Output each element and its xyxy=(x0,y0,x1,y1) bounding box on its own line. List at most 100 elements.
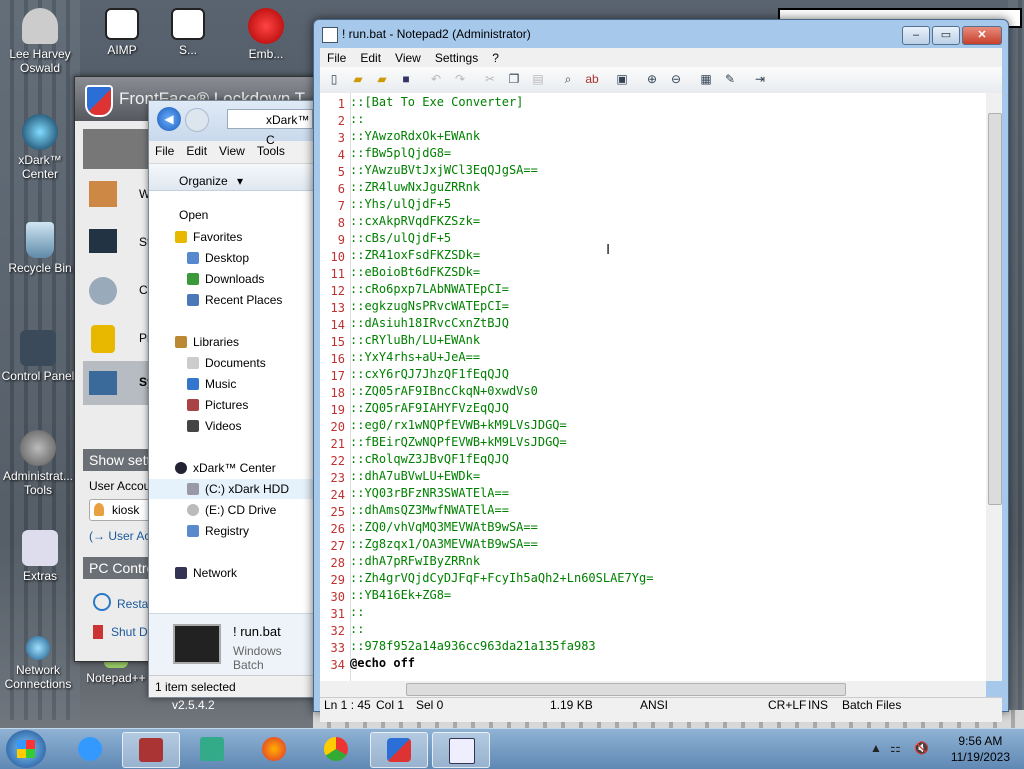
close-button[interactable]: ✕ xyxy=(962,26,1002,45)
vertical-scroll-thumb[interactable] xyxy=(988,113,1002,505)
network-tray-icon[interactable]: ⚏ xyxy=(890,741,901,755)
line-number-gutter: 1 2 3 4 5 6 7 8 9 10 11 12 13 14 15 16 17 18 19 20 21 22 23 24 2… xyxy=(320,93,351,681)
user-account-link[interactable]: (→ User Ac xyxy=(89,529,150,543)
explorer-window[interactable]: ◀ xDark™ C File Edit View Tools Organize ▾ … xyxy=(148,100,353,698)
menu-edit[interactable]: Edit xyxy=(353,48,388,68)
zoom-out-icon[interactable]: ⊖ xyxy=(668,71,684,87)
line-number: 7 xyxy=(337,199,345,213)
browse-icon[interactable]: ▰ xyxy=(374,71,390,87)
code-line: ::egkzugNsPRvcWATEpCI= xyxy=(350,299,509,313)
code-line: ::cxY6rQJ7JhzQF1fEqQJQ xyxy=(350,367,509,381)
start-button[interactable] xyxy=(6,730,46,768)
line-number: 1 xyxy=(337,97,345,111)
explorer-menu-file[interactable]: File xyxy=(149,141,180,161)
status-line: Ln 1 : 45 xyxy=(324,698,371,712)
volume-muted-icon[interactable]: 🔇 xyxy=(914,741,929,755)
frontface-toolbar xyxy=(83,129,151,169)
line-number: 11 xyxy=(330,267,345,281)
frontface-item-protect[interactable]: Pr xyxy=(83,317,153,361)
restart-link[interactable]: Resta xyxy=(93,593,153,611)
desktop-icon-aimp[interactable]: AIMP xyxy=(84,8,160,57)
status-scheme[interactable]: Batch Files xyxy=(842,693,901,717)
address-input[interactable]: xDark™ C xyxy=(227,109,313,147)
exit-icon[interactable]: ⇥ xyxy=(752,71,768,87)
status-encoding[interactable]: ANSI xyxy=(640,693,668,717)
desktop-icon-admin-tools[interactable]: Administrat... Tools xyxy=(0,430,76,497)
status-eol[interactable]: CR+LF xyxy=(768,693,806,717)
taskbar-music[interactable] xyxy=(184,732,240,766)
minimize-button[interactable]: – xyxy=(902,26,930,45)
chrome-icon xyxy=(324,737,348,761)
new-icon[interactable]: ▯ xyxy=(326,71,342,87)
desktop-icon-lee-harvey-oswald[interactable]: Lee Harvey Oswald xyxy=(2,8,78,75)
code-line: ::[Bat To Exe Converter] xyxy=(350,95,524,109)
menu-settings[interactable]: Settings xyxy=(428,48,485,68)
code-line: ::dAsiuh18IRvcCxnZtBJQ xyxy=(350,316,509,330)
shutdown-link[interactable]: Shut D xyxy=(93,625,153,639)
notepad2-toolbar: ▯ ▰ ▰ ■ ↶ ↷ ✂ ❐ ▤ ⌕ ab ▣ ⊕ ⊖ ▦ ✎ ⇥ xyxy=(320,67,1002,94)
frontface-item-config[interactable]: Co xyxy=(83,269,154,313)
explorer-address-bar: ◀ xDark™ C xyxy=(149,101,315,147)
line-number: 25 xyxy=(330,505,345,519)
zoom-in-icon[interactable]: ⊕ xyxy=(644,71,660,87)
desktop-icon-extras[interactable]: Extras xyxy=(2,530,78,583)
customize-scheme-icon[interactable]: ✎ xyxy=(722,71,738,87)
goto-icon[interactable]: ▣ xyxy=(614,71,630,87)
taskbar-frontface[interactable] xyxy=(370,732,428,768)
frontface-item-windows[interactable]: W xyxy=(83,173,153,217)
downloads-icon xyxy=(187,273,199,285)
line-number: 22 xyxy=(330,454,345,468)
text-editor[interactable]: 1 2 3 4 5 6 7 8 9 10 11 12 13 14 15 16 17 18 19 20 21 22 23 24 2… xyxy=(320,93,986,681)
line-number: 9 xyxy=(337,233,345,247)
system-clock[interactable]: 9:56 AM 11/19/2023 xyxy=(951,733,1010,765)
line-number: 5 xyxy=(337,165,345,179)
line-number: 17 xyxy=(330,369,345,383)
replace-icon[interactable]: ab xyxy=(584,71,600,87)
user-select[interactable]: kiosk xyxy=(89,499,151,521)
line-number: 20 xyxy=(330,420,345,434)
organize-button[interactable]: Organize ▾ xyxy=(167,164,249,198)
desktop-icon-control-panel[interactable]: Control Panel xyxy=(0,330,76,383)
tray-expand-icon[interactable]: ▲ xyxy=(870,741,882,755)
taskbar-chrome[interactable] xyxy=(308,732,364,766)
find-icon[interactable]: ⌕ xyxy=(560,71,576,87)
paste-icon[interactable]: ▤ xyxy=(530,71,546,87)
scheme-icon[interactable]: ▦ xyxy=(698,71,714,87)
back-button[interactable]: ◀ xyxy=(157,107,181,131)
frontface-item-start[interactable]: St xyxy=(83,221,153,265)
menu-file[interactable]: File xyxy=(320,48,353,68)
maximize-button[interactable]: ▭ xyxy=(932,26,960,45)
desktop-icon-network-connections[interactable]: Network Connections xyxy=(0,636,76,691)
taskbar-archive[interactable] xyxy=(122,732,180,768)
xdark-orb-icon xyxy=(22,114,58,150)
menu-view[interactable]: View xyxy=(388,48,428,68)
preview-file-name: ! run.bat xyxy=(233,624,281,639)
desktop-icon-shortcut[interactable]: S... xyxy=(150,8,226,57)
redo-icon[interactable]: ↷ xyxy=(452,71,468,87)
open-folder-icon[interactable]: ▰ xyxy=(350,71,366,87)
code-line: ::dhA7pRFwIByZRRnk xyxy=(350,554,481,568)
user-icon xyxy=(94,503,104,516)
undo-icon[interactable]: ↶ xyxy=(428,71,444,87)
taskbar-ie[interactable] xyxy=(62,732,118,766)
desktop-icon xyxy=(187,252,199,264)
explorer-menu-edit[interactable]: Edit xyxy=(180,141,213,161)
code-line: ::Yhs/ulQjdF+5 xyxy=(350,197,452,211)
save-icon[interactable]: ■ xyxy=(398,71,414,87)
windows-logo-icon xyxy=(17,740,35,758)
shield-icon xyxy=(387,738,411,762)
desktop-icon-emb[interactable]: Emb... xyxy=(228,8,304,61)
notepad2-window[interactable]: ! run.bat - Notepad2 (Administrator) – ▭… xyxy=(313,19,1009,722)
menu-help[interactable]: ? xyxy=(485,48,506,68)
taskbar-firefox[interactable] xyxy=(246,732,302,766)
taskbar-notepad2[interactable] xyxy=(432,732,490,768)
code-line: ::YAwzoRdxOk+EWAnk xyxy=(350,129,481,143)
vertical-scrollbar[interactable] xyxy=(986,93,1002,681)
copy-icon[interactable]: ❐ xyxy=(506,71,522,87)
explorer-menu-view[interactable]: View xyxy=(213,141,251,161)
frontface-item-system[interactable]: Sy xyxy=(83,361,154,405)
desktop-icon-recycle-bin[interactable]: Recycle Bin xyxy=(2,222,78,275)
cut-icon[interactable]: ✂ xyxy=(482,71,498,87)
desktop-icon-xdark-center[interactable]: xDark™ Center xyxy=(2,114,78,181)
forward-button[interactable] xyxy=(185,108,209,132)
